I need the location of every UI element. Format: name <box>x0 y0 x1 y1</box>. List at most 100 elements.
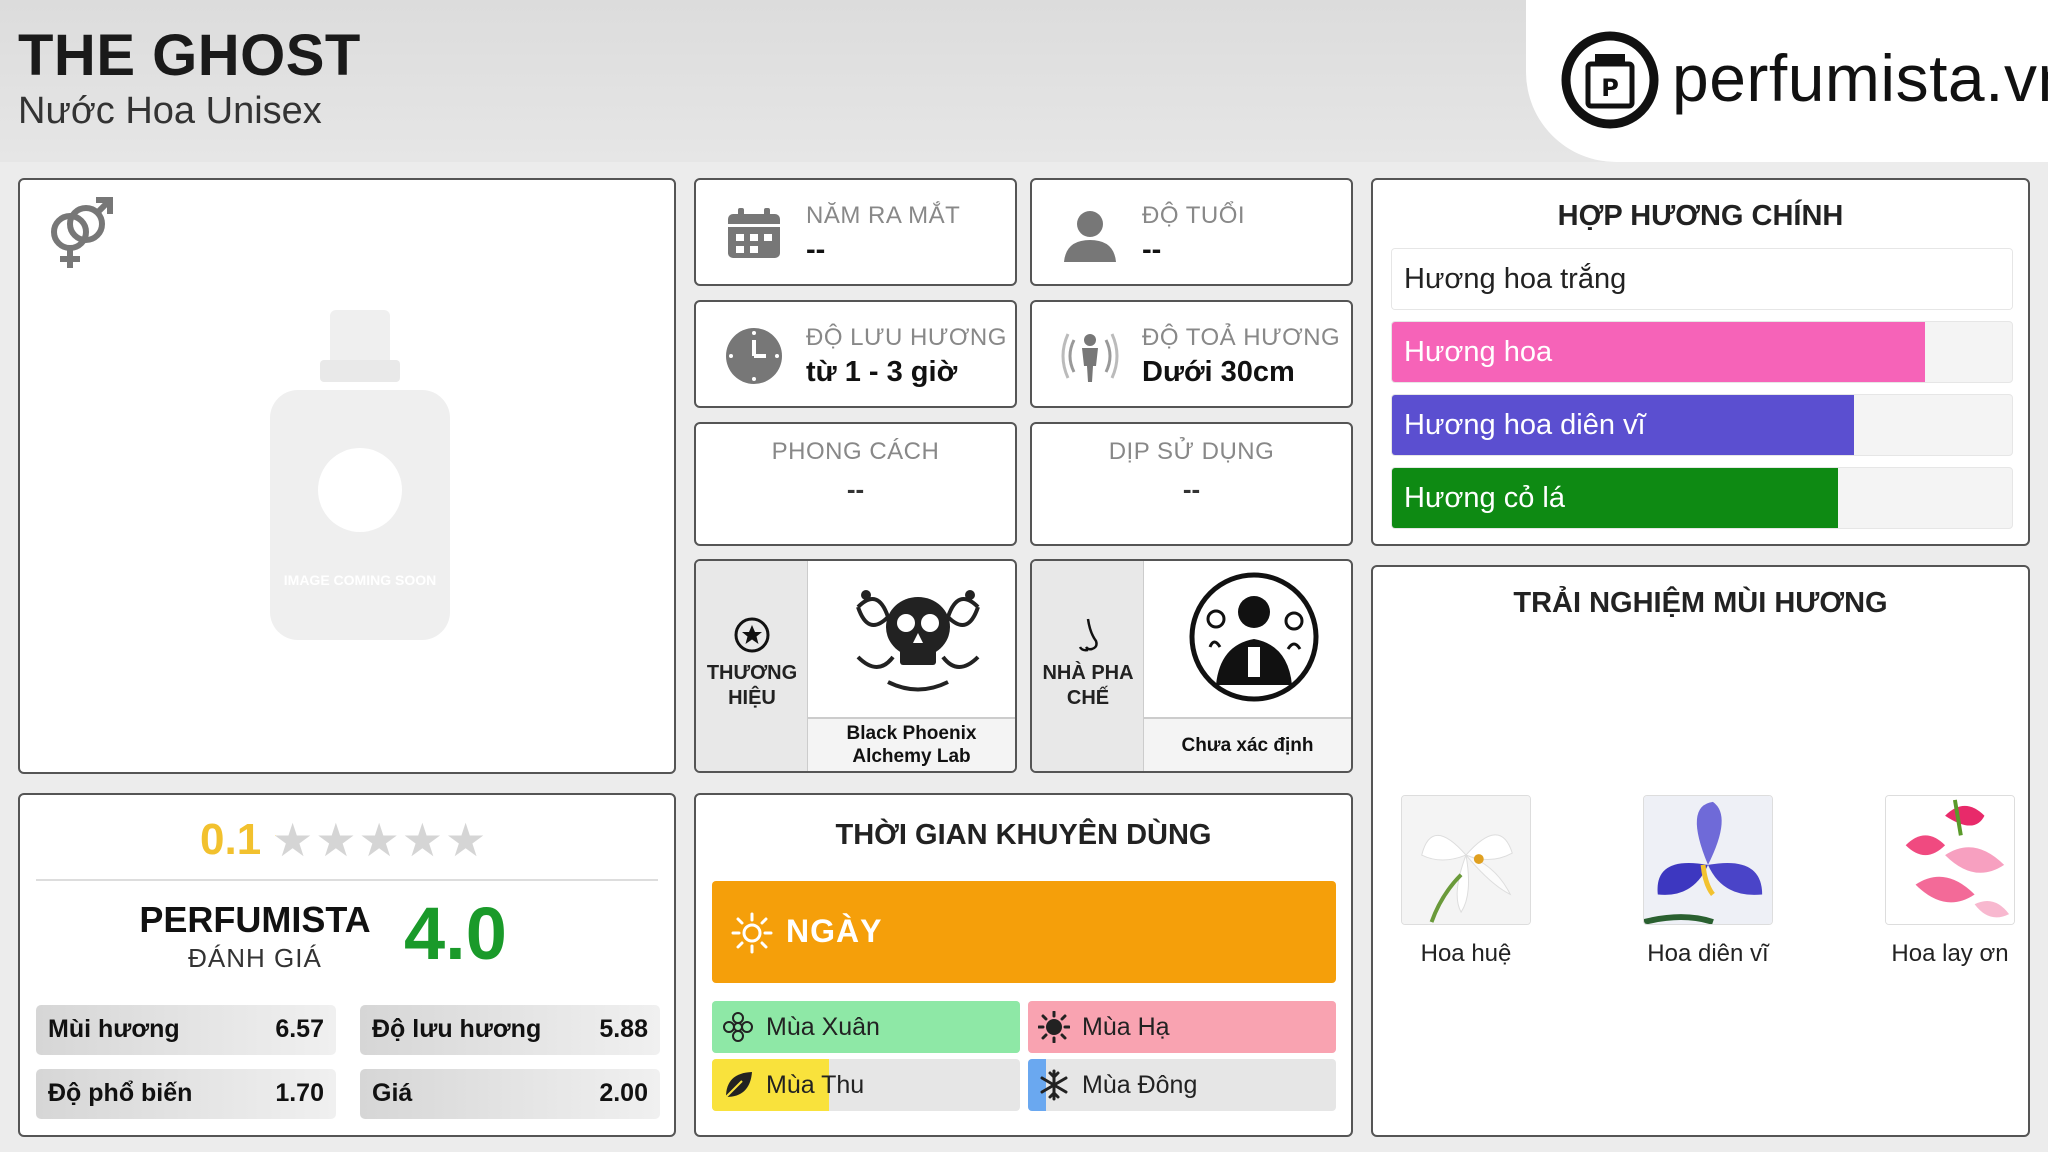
calendar-icon <box>728 208 780 258</box>
season-label: Mùa Hạ <box>1082 1013 1170 1041</box>
season-winter: Mùa Đông <box>1028 1059 1336 1111</box>
perfume-bottle-placeholder: IMAGE COMING SOON <box>270 310 450 640</box>
occasion-card: DỊP SỬ DỤNG -- <box>1030 422 1353 546</box>
metric-scent: Mùi hương 6.57 <box>36 1005 336 1055</box>
nose-icon <box>1078 618 1098 652</box>
metric-label: Độ lưu hương <box>372 1015 542 1043</box>
page-title: THE GHOST <box>18 23 361 88</box>
sillage-label: ĐỘ TOẢ HƯƠNG <box>1142 324 1341 351</box>
experience-item-lily[interactable]: Hoa huệ <box>1401 795 1531 968</box>
perfumer-side-strip: NHÀ PHA CHẾ <box>1032 561 1144 771</box>
longevity-card: ĐỘ LƯU HƯƠNG từ 1 - 3 giờ <box>694 300 1017 408</box>
main-accords-title: HỢP HƯƠNG CHÍNH <box>1557 200 1844 232</box>
perfumer-label: NHÀ PHA CHẾ <box>1042 662 1134 709</box>
metric-label: Giá <box>372 1079 413 1107</box>
accord-label: Hương hoa diên vĩ <box>1404 409 1646 441</box>
recommended-time-title: THỜI GIAN KHUYÊN DÙNG <box>835 819 1212 851</box>
age-value: -- <box>1142 234 1162 266</box>
star-circle-icon <box>734 617 770 653</box>
rating-star-icon[interactable]: ★ <box>402 817 443 863</box>
metric-value: 2.00 <box>599 1079 648 1107</box>
season-autumn: Mùa Thu <box>712 1059 1020 1111</box>
occasion-value: -- <box>1182 474 1201 504</box>
page-subtitle: Nước Hoa Unisex <box>18 90 322 132</box>
perfumer-card[interactable]: NHÀ PHA CHẾ Chưa xác định <box>1030 559 1353 773</box>
experience-label-iris: Hoa diên vĩ <box>1647 940 1769 967</box>
leaf-icon <box>725 1072 752 1098</box>
release-year-value: -- <box>806 234 826 266</box>
metric-label: Độ phổ biến <box>48 1079 193 1107</box>
accord-row: Hương hoa trắng <box>1391 248 2013 310</box>
accord-label: Hương hoa trắng <box>1404 263 1627 295</box>
style-value: -- <box>846 474 865 504</box>
release-year-card: NĂM RA MẮT -- <box>694 178 1017 286</box>
sun-outline-icon <box>731 912 773 954</box>
season-label: Mùa Đông <box>1082 1071 1198 1099</box>
svg-text:P: P <box>1601 74 1619 102</box>
season-label: Mùa Xuân <box>766 1013 880 1041</box>
sillage-card: ĐỘ TOẢ HƯƠNG Dưới 30cm <box>1030 300 1353 408</box>
person-icon <box>1064 211 1116 262</box>
metric-popularity: Độ phổ biến 1.70 <box>36 1069 336 1119</box>
rating-star-icon[interactable]: ★ <box>315 817 356 863</box>
experience-item-gladiolus[interactable]: Hoa lay ơn <box>1885 795 2015 968</box>
brand-card[interactable]: THƯƠNG HIỆU Black Phoenix Alchemy Lab <box>694 559 1017 773</box>
perfumista-score: 4.0 <box>404 892 507 975</box>
scent-experience-title: TRẢI NGHIỆM MÙI HƯƠNG <box>1513 587 1888 619</box>
experience-item-iris[interactable]: Hoa diên vĩ <box>1643 795 1773 968</box>
main-accords-card: HỢP HƯƠNG CHÍNH Hương hoa trắng Hương hoa… <box>1371 178 2030 546</box>
longevity-value: từ 1 - 3 giờ <box>806 356 958 388</box>
release-year-label: NĂM RA MẮT <box>806 202 961 229</box>
experience-label-lily: Hoa huệ <box>1420 940 1512 967</box>
longevity-label: ĐỘ LƯU HƯƠNG <box>806 324 1007 351</box>
iris-flower-image <box>1643 795 1773 925</box>
rating-star-icon[interactable]: ★ <box>445 817 486 863</box>
style-label: PHONG CÁCH <box>771 438 940 465</box>
accord-row: Hương cỏ lá <box>1391 467 2013 529</box>
accord-label: Hương hoa <box>1404 336 1553 368</box>
experience-label-gladiolus: Hoa lay ơn <box>1891 940 2009 967</box>
accord-row: Hương hoa <box>1391 321 2013 383</box>
accord-label: Hương cỏ lá <box>1404 482 1565 514</box>
metric-price: Giá 2.00 <box>360 1069 660 1119</box>
perfumista-sublabel: ĐÁNH GIÁ <box>188 943 322 973</box>
perfume-image-card: IMAGE COMING SOON <box>18 178 676 774</box>
age-label: ĐỘ TUỔI <box>1142 202 1246 229</box>
scent-experience-card: TRẢI NGHIỆM MÙI HƯƠNG Hoa huệ Hoa diên v… <box>1371 565 2030 1137</box>
season-spring: Mùa Xuân <box>712 1001 1020 1053</box>
sillage-value: Dưới 30cm <box>1142 356 1295 388</box>
snowflake-icon <box>1040 1069 1068 1101</box>
rating-divider <box>36 879 658 881</box>
lily-flower-image <box>1401 795 1531 925</box>
accord-row: Hương hoa diên vĩ <box>1391 394 2013 456</box>
perfume-bottle-logo-icon: P <box>1561 31 1659 129</box>
day-usage-bar: NGÀY <box>712 881 1336 983</box>
user-rating-score: 0.1 <box>200 815 262 864</box>
rating-star-icon[interactable]: ★ <box>272 817 313 863</box>
metric-value: 6.57 <box>275 1015 324 1043</box>
season-label: Mùa Thu <box>766 1071 865 1099</box>
gender-unisex-icon <box>51 197 113 268</box>
svg-text:IMAGE COMING SOON: IMAGE COMING SOON <box>284 572 436 588</box>
style-card: PHONG CÁCH -- <box>694 422 1017 546</box>
perfumer-avatar-image <box>1189 572 1319 702</box>
brand-name-caption: Black Phoenix Alchemy Lab <box>808 717 1015 771</box>
spring-flower-icon <box>723 1012 753 1042</box>
season-summer: Mùa Hạ <box>1028 1001 1336 1053</box>
rating-star-icon[interactable]: ★ <box>359 817 400 863</box>
brand-skull-logo-image <box>856 590 980 692</box>
sillage-icon <box>1061 333 1119 382</box>
gladiolus-flower-image <box>1885 795 2015 925</box>
season-fill <box>1028 1001 1336 1053</box>
star-rating[interactable]: ★★★★★ <box>272 817 488 863</box>
metric-label: Mùi hương <box>48 1015 180 1043</box>
rating-card: 0.1 ★★★★★ PERFUMISTA ĐÁNH GIÁ 4.0 Mùi hư… <box>18 793 676 1137</box>
brand-side-strip: THƯƠNG HIỆU <box>696 561 808 771</box>
metric-value: 5.88 <box>599 1015 648 1043</box>
perfumer-name-caption: Chưa xác định <box>1144 717 1351 771</box>
sun-icon <box>1038 1011 1070 1043</box>
age-card: ĐỘ TUỔI -- <box>1030 178 1353 286</box>
recommended-time-card: THỜI GIAN KHUYÊN DÙNG NGÀY Mùa Xuân Mùa … <box>694 793 1353 1137</box>
day-label: NGÀY <box>786 913 883 949</box>
brand-name: perfumista.vn <box>1672 41 2048 115</box>
